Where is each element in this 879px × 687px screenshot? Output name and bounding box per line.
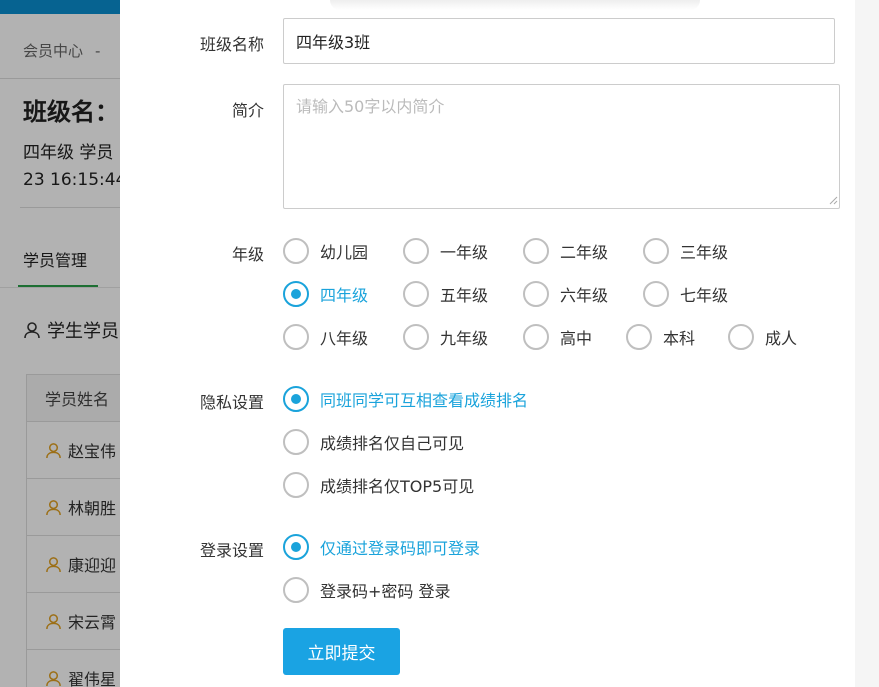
intro-label: 简介 (231, 101, 264, 120)
radio-circle[interactable] (283, 472, 309, 498)
grade-option-label: 七年级 (680, 286, 729, 305)
grade-option-kindergarten[interactable]: 幼儿园 (283, 238, 368, 264)
grade-option-grade6[interactable]: 六年级 (523, 281, 608, 307)
radio-circle[interactable] (283, 429, 309, 455)
grade-option-grade9[interactable]: 九年级 (403, 324, 488, 350)
grade-option-grade7[interactable]: 七年级 (643, 281, 728, 307)
grade-option-adult[interactable]: 成人 (728, 324, 797, 350)
grade-option-undergraduate[interactable]: 本科 (626, 324, 695, 350)
grade-option-label: 四年级 (320, 286, 369, 305)
grade-option-grade4[interactable]: 四年级 (283, 281, 368, 307)
radio-circle[interactable] (283, 577, 309, 603)
login-option-label: 登录码+密码 登录 (320, 582, 451, 601)
radio-circle[interactable] (643, 238, 669, 264)
radio-circle[interactable] (283, 534, 309, 560)
grade-option-label: 三年级 (680, 243, 729, 262)
radio-circle[interactable] (283, 386, 309, 412)
grade-option-label: 九年级 (440, 329, 489, 348)
class-name-input[interactable] (283, 18, 835, 64)
privacy-option-label: 成绩排名仅自己可见 (320, 434, 465, 453)
privacy-option-label: 同班同学可互相查看成绩排名 (320, 391, 529, 410)
panel-top-shadow (330, 0, 700, 10)
radio-circle[interactable] (403, 281, 429, 307)
login-option-code-only[interactable]: 仅通过登录码即可登录 (283, 534, 480, 560)
privacy-option-top5[interactable]: 成绩排名仅TOP5可见 (283, 472, 474, 498)
login-option-label: 仅通过登录码即可登录 (320, 539, 481, 558)
grade-option-high-school[interactable]: 高中 (523, 324, 592, 350)
privacy-option-classmates[interactable]: 同班同学可互相查看成绩排名 (283, 386, 528, 412)
grade-option-label: 六年级 (560, 286, 609, 305)
grade-option-grade8[interactable]: 八年级 (283, 324, 368, 350)
class-name-label: 班级名称 (199, 35, 264, 54)
grade-option-label: 二年级 (560, 243, 609, 262)
intro-textarea[interactable] (283, 84, 840, 209)
grade-label: 年级 (231, 245, 264, 264)
radio-circle[interactable] (643, 281, 669, 307)
grade-option-grade3[interactable]: 三年级 (643, 238, 728, 264)
radio-circle[interactable] (283, 324, 309, 350)
grade-option-grade5[interactable]: 五年级 (403, 281, 488, 307)
resize-grip-icon[interactable] (828, 195, 838, 205)
login-option-code-password[interactable]: 登录码+密码 登录 (283, 577, 451, 603)
grade-option-label: 一年级 (440, 243, 489, 262)
edit-class-drawer: 班级名称 简介 年级 幼儿园 一年级 二年级 三年级 四年级 五年级 六年级 七… (120, 0, 879, 687)
grade-option-label: 五年级 (440, 286, 489, 305)
radio-circle[interactable] (523, 324, 549, 350)
radio-circle[interactable] (283, 238, 309, 264)
grade-option-label: 八年级 (320, 329, 369, 348)
grade-option-grade1[interactable]: 一年级 (403, 238, 488, 264)
radio-circle[interactable] (403, 324, 429, 350)
grade-option-label: 本科 (663, 329, 696, 348)
radio-circle[interactable] (523, 281, 549, 307)
radio-circle[interactable] (728, 324, 754, 350)
submit-button[interactable]: 立即提交 (283, 628, 400, 675)
privacy-option-label: 成绩排名仅TOP5可见 (320, 477, 475, 496)
radio-circle[interactable] (626, 324, 652, 350)
radio-circle[interactable] (283, 281, 309, 307)
privacy-label: 隐私设置 (199, 393, 264, 412)
privacy-option-self-only[interactable]: 成绩排名仅自己可见 (283, 429, 464, 455)
grade-option-label: 高中 (560, 329, 593, 348)
grade-option-label: 幼儿园 (320, 243, 369, 262)
panel-scrollbar-track[interactable] (855, 0, 879, 687)
radio-circle[interactable] (523, 238, 549, 264)
login-label: 登录设置 (199, 541, 264, 560)
radio-circle[interactable] (403, 238, 429, 264)
grade-option-grade2[interactable]: 二年级 (523, 238, 608, 264)
grade-option-label: 成人 (765, 329, 798, 348)
